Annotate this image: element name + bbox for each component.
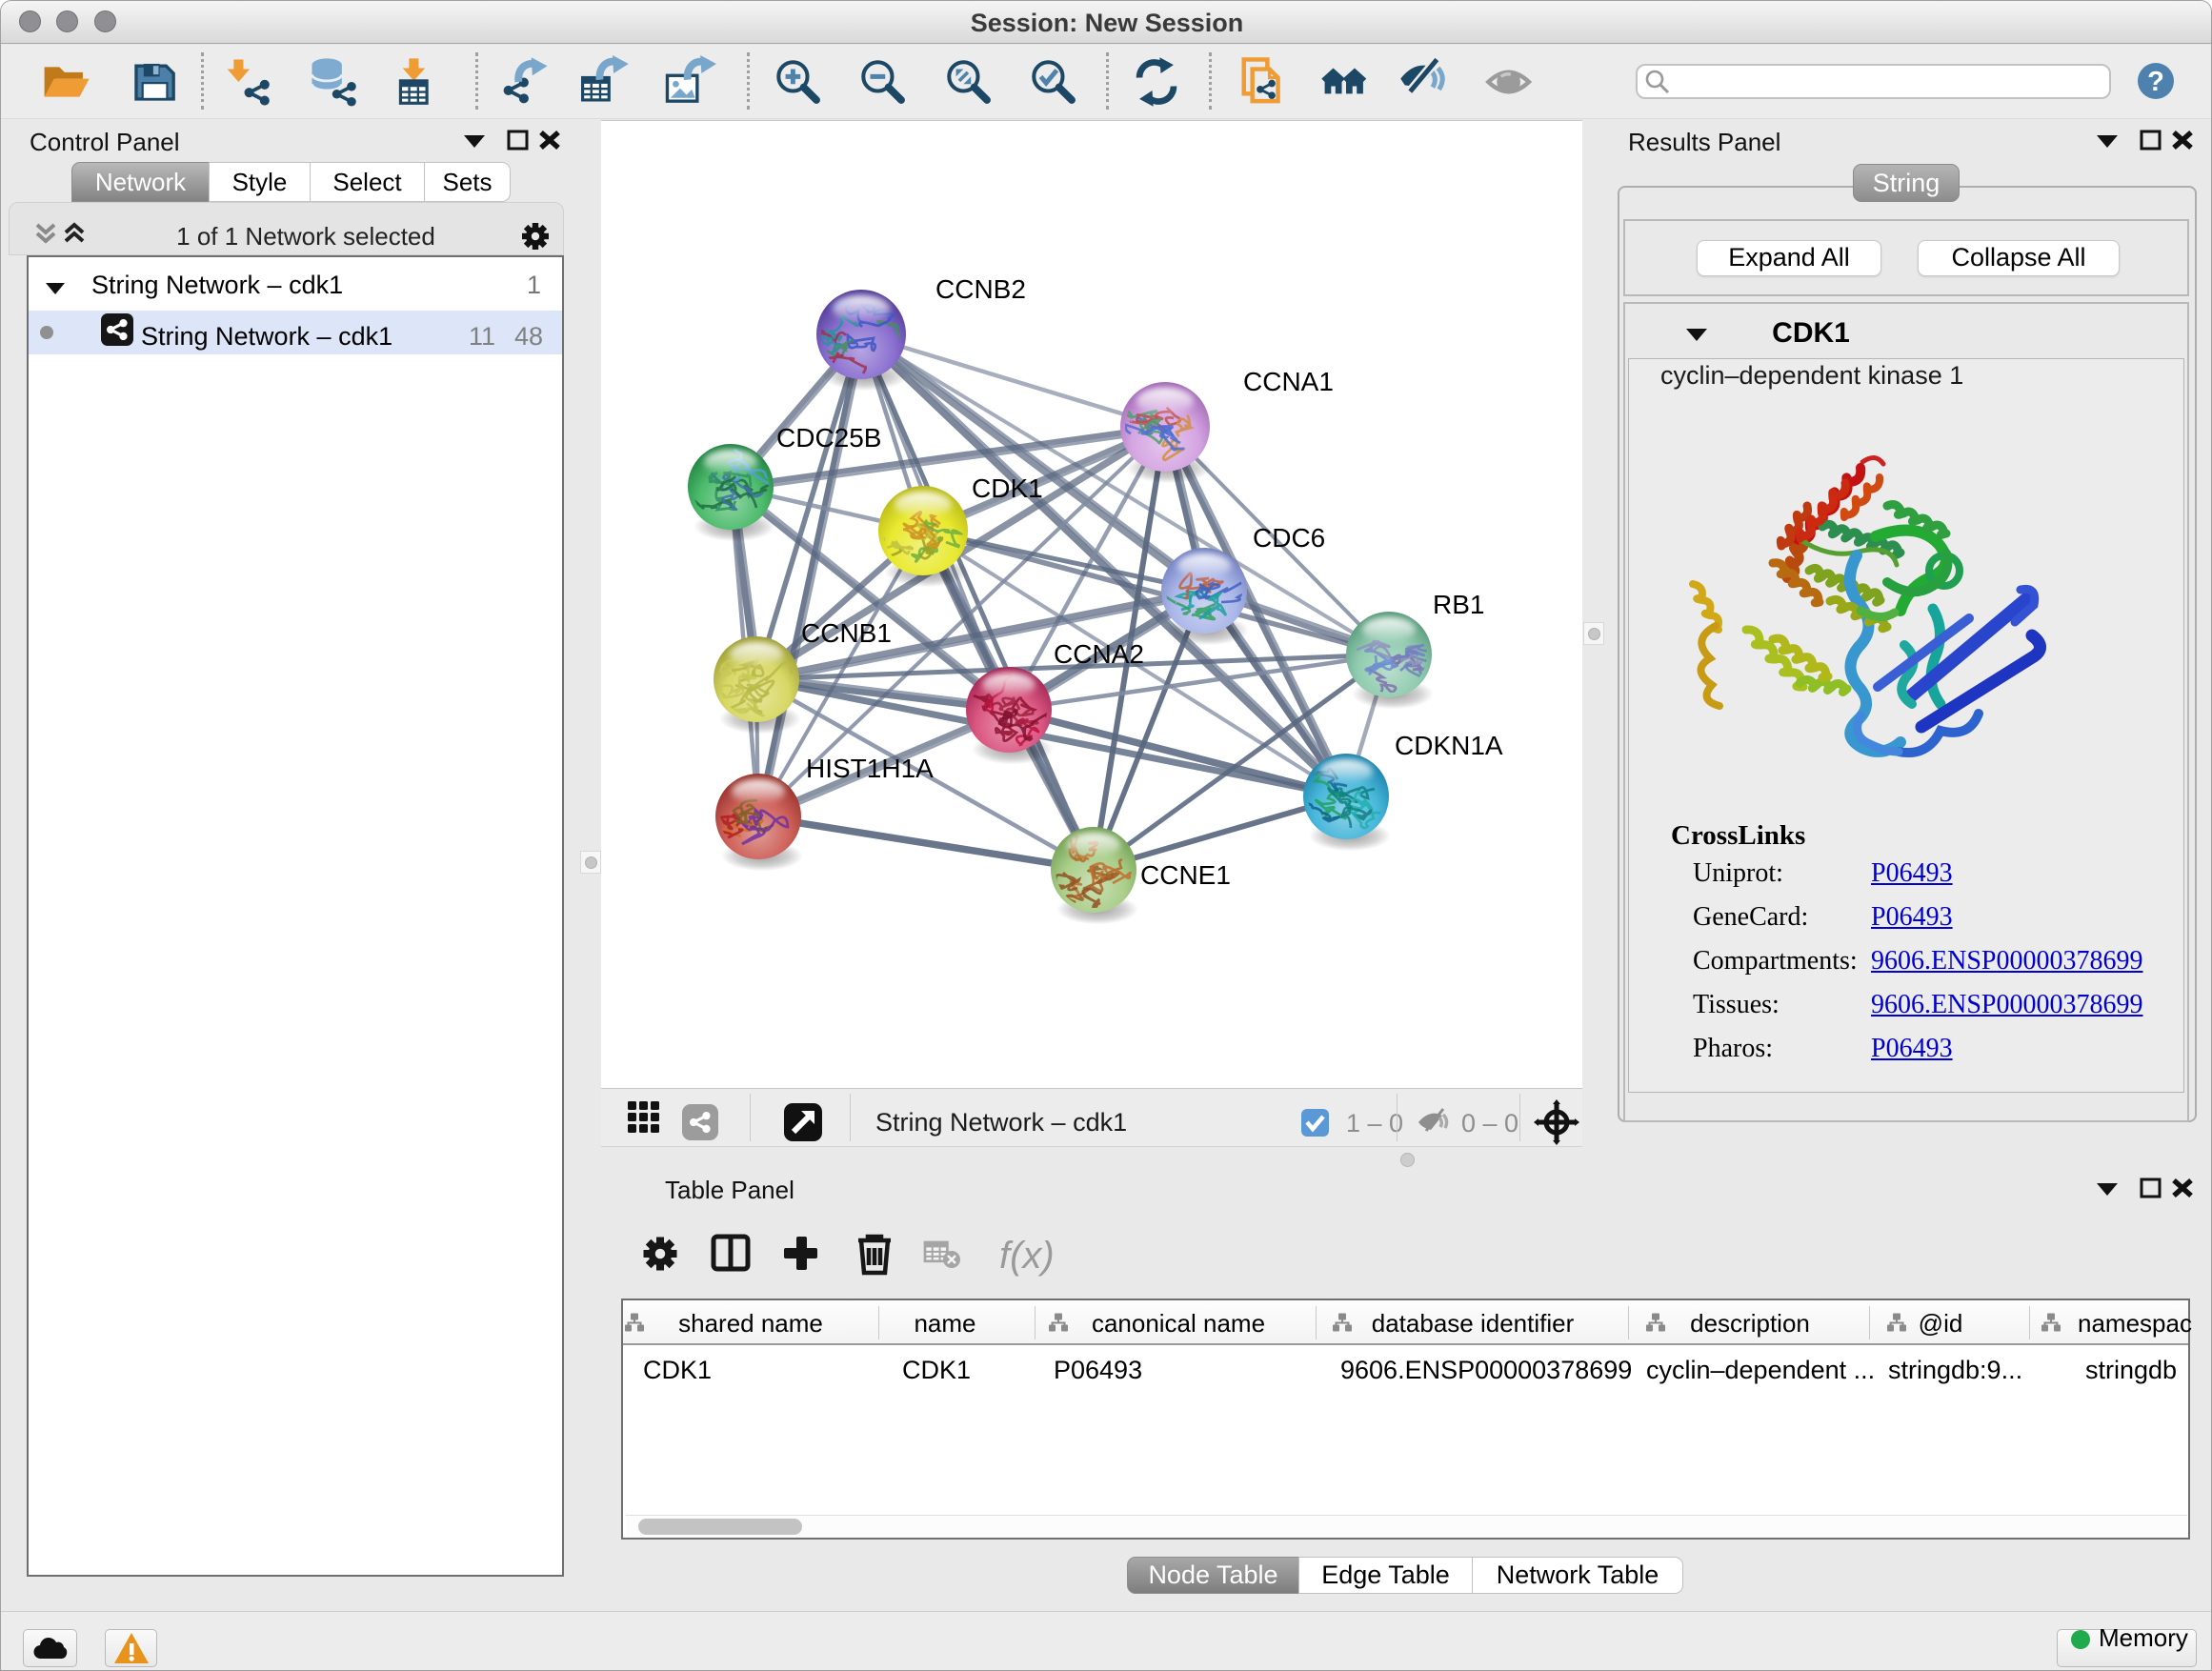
svg-text:CDKN1A: CDKN1A [1395,731,1503,760]
svg-text:CDC6: CDC6 [1253,523,1325,553]
svg-text:CCNB2: CCNB2 [935,274,1026,304]
svg-text:RB1: RB1 [1433,590,1484,619]
svg-text:HIST1H1A: HIST1H1A [806,754,934,783]
svg-text:CDC25B: CDC25B [776,423,881,453]
svg-text:CDK1: CDK1 [972,473,1043,503]
svg-text:1 – 0: 1 – 0 [1346,1109,1403,1137]
svg-text:0 – 0: 0 – 0 [1461,1109,1518,1137]
svg-text:String Network – cdk1: String Network – cdk1 [875,1108,1127,1137]
svg-text:CCNA2: CCNA2 [1054,639,1144,669]
svg-text:CCNB1: CCNB1 [801,618,892,648]
svg-text:CCNA1: CCNA1 [1243,367,1334,396]
svg-text:?: ? [2147,67,2164,97]
svg-text:f(x): f(x) [999,1235,1055,1277]
svg-text:CCNE1: CCNE1 [1140,860,1231,890]
